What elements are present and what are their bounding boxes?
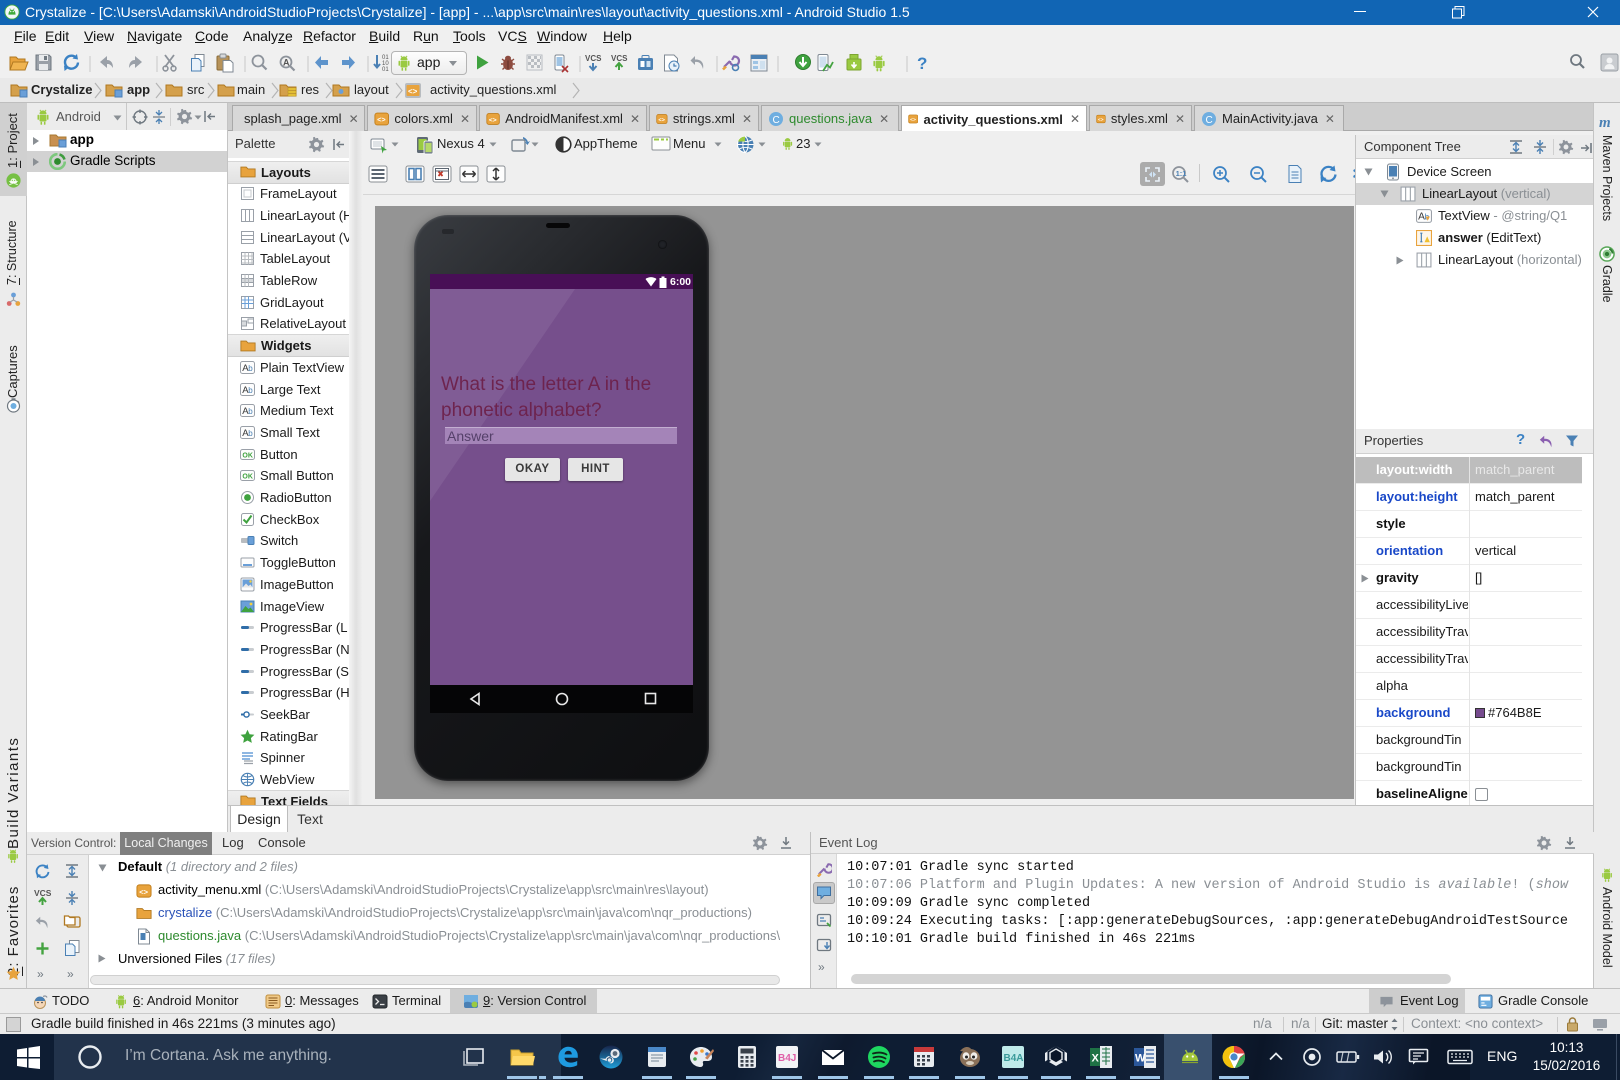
- svg-text:<>: <>: [658, 117, 665, 123]
- svg-text:<>: <>: [139, 887, 148, 896]
- svg-text:C: C: [773, 115, 780, 126]
- svg-text:01: 01: [382, 67, 389, 73]
- svg-text:B4J: B4J: [778, 1053, 796, 1064]
- svg-text:b: b: [248, 407, 253, 416]
- svg-text:OK: OK: [242, 474, 253, 481]
- svg-text:b: b: [248, 429, 253, 438]
- svg-text:W: W: [1135, 1053, 1146, 1065]
- svg-text:C: C: [1206, 115, 1213, 126]
- svg-text:<>: <>: [489, 116, 497, 123]
- svg-text:<>: <>: [377, 115, 385, 124]
- svg-text:VCS: VCS: [611, 54, 628, 63]
- svg-text:?: ?: [917, 54, 927, 73]
- svg-text:X: X: [1092, 1053, 1100, 1065]
- svg-text:m: m: [1599, 115, 1611, 129]
- svg-text:b: b: [248, 364, 253, 373]
- svg-text:VCS: VCS: [585, 54, 602, 63]
- svg-text:<>: <>: [1098, 117, 1104, 122]
- svg-text:1:1: 1:1: [1176, 169, 1187, 178]
- svg-text:A: A: [283, 58, 290, 68]
- svg-text:b: b: [248, 386, 253, 395]
- svg-text:B4A: B4A: [1004, 1053, 1024, 1064]
- svg-text:<>: <>: [408, 87, 418, 96]
- svg-text:OK: OK: [242, 452, 253, 459]
- svg-text:<>: <>: [910, 117, 916, 123]
